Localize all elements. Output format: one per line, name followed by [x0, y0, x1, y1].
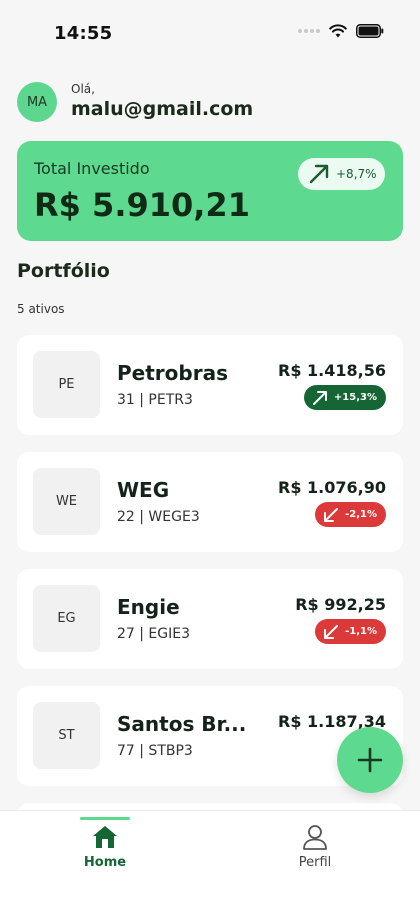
greeting-block: Olá, malu@gmail.com: [71, 82, 254, 120]
total-change-badge: +8,7%: [298, 158, 385, 190]
plus-icon: [357, 747, 383, 773]
battery-icon: [356, 24, 384, 38]
total-change-percent: +8,7%: [336, 167, 377, 181]
total-invested-value: R$ 5.910,21: [34, 186, 250, 224]
asset-card-engie[interactable]: EG Engie 27 | EGIE3 R$ 992,25 -1,1%: [17, 569, 403, 669]
asset-quantity-ticker: 22 | WEGE3: [117, 509, 200, 525]
bottom-navigation: Home Perfil: [0, 810, 420, 913]
add-asset-button[interactable]: [337, 727, 403, 793]
nav-profile[interactable]: Perfil: [275, 811, 355, 870]
nav-home[interactable]: Home: [65, 811, 145, 870]
wifi-icon: [329, 24, 347, 38]
cellular-signal-icon: [298, 29, 320, 33]
asset-value: R$ 1.076,90: [278, 478, 386, 497]
status-icons: [298, 24, 384, 38]
asset-change-badge: +15,3%: [303, 385, 386, 410]
asset-card-weg[interactable]: WE WEG 22 | WEGE3 R$ 1.076,90 -2,1%: [17, 452, 403, 552]
asset-value: R$ 1.418,56: [278, 361, 386, 380]
arrow-down-left-icon: [324, 624, 339, 639]
user-email: malu@gmail.com: [71, 98, 254, 120]
user-header: MA Olá, malu@gmail.com: [17, 82, 253, 122]
asset-name: Petrobras: [117, 361, 228, 385]
asset-thumbnail: PE: [33, 351, 100, 418]
asset-change-badge: -1,1%: [315, 619, 386, 644]
arrow-down-left-icon: [324, 507, 339, 522]
portfolio-count: 5 ativos: [17, 302, 65, 316]
home-icon: [93, 826, 117, 848]
asset-quantity-ticker: 31 | PETR3: [117, 392, 193, 408]
asset-thumbnail: WE: [33, 468, 100, 535]
user-icon: [303, 825, 327, 850]
asset-thumbnail: ST: [33, 702, 100, 769]
asset-change-percent: -2,1%: [345, 509, 377, 520]
portfolio-title: Portfólio: [17, 260, 110, 282]
asset-quantity-ticker: 77 | STBP3: [117, 743, 193, 759]
asset-name: WEG: [117, 478, 170, 502]
asset-value: R$ 992,25: [295, 595, 386, 614]
nav-active-indicator: [80, 817, 130, 820]
asset-thumbnail: EG: [33, 585, 100, 652]
arrow-up-right-icon: [312, 390, 327, 405]
app-screen: 14:55 MA Olá, malu@gmail.com Total Inves…: [0, 0, 420, 913]
asset-change-badge: -2,1%: [315, 502, 386, 527]
greeting-text: Olá,: [71, 82, 95, 96]
asset-change-percent: -1,1%: [345, 626, 377, 637]
asset-quantity-ticker: 27 | EGIE3: [117, 626, 191, 642]
asset-name: Santos Br...: [117, 712, 247, 736]
nav-profile-label: Perfil: [298, 855, 332, 870]
asset-name: Engie: [117, 595, 180, 619]
nav-home-label: Home: [83, 855, 127, 870]
status-time: 14:55: [54, 23, 113, 44]
asset-card-petrobras[interactable]: PE Petrobras 31 | PETR3 R$ 1.418,56 +15,…: [17, 335, 403, 435]
status-bar: 14:55: [0, 0, 420, 60]
total-invested-card: Total Investido R$ 5.910,21 +8,7%: [17, 141, 403, 241]
arrow-up-right-icon: [309, 164, 329, 184]
asset-card-partial[interactable]: [17, 803, 403, 810]
total-invested-label: Total Investido: [34, 159, 150, 178]
avatar[interactable]: MA: [17, 82, 57, 122]
asset-change-percent: +15,3%: [333, 392, 377, 403]
